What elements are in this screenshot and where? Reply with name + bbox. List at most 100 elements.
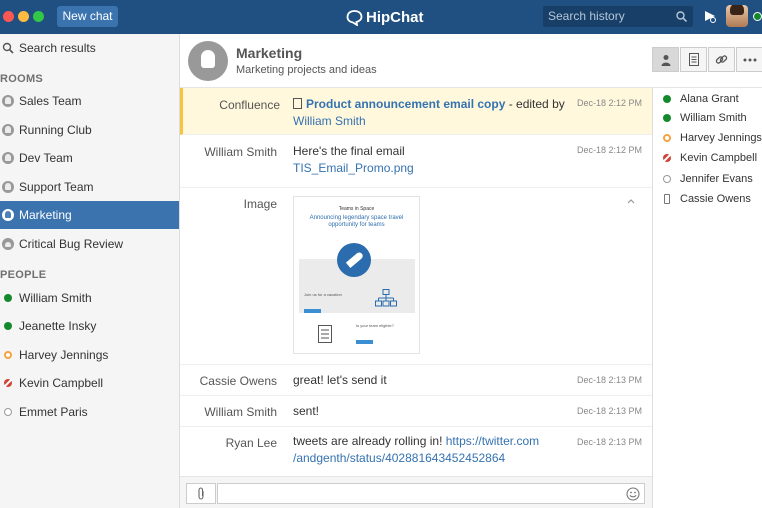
- sidebar-item-label: William Smith: [19, 291, 92, 305]
- message-timestamp: Dec-18 2:12 PM: [577, 98, 643, 108]
- available-status-icon: [4, 294, 12, 302]
- room-topic: Marketing projects and ideas: [236, 64, 377, 76]
- sidebar-item-emmet-paris[interactable]: Emmet Paris: [0, 398, 179, 426]
- message-cassie-owens: Cassie Owens great! let's send it Dec-18…: [180, 365, 652, 396]
- ellipsis-icon: [743, 58, 756, 61]
- sidebar-item-label: Emmet Paris: [19, 405, 88, 419]
- participant-william-smith[interactable]: William Smith: [663, 112, 747, 124]
- sidebar-item-label: Search results: [19, 41, 96, 55]
- search-history-input[interactable]: Search history: [543, 6, 693, 27]
- sidebar-item-harvey-jennings[interactable]: Harvey Jennings: [0, 341, 179, 369]
- message-sender: William Smith: [204, 405, 277, 419]
- title-bar: New chat HipChat Search history: [0, 0, 762, 34]
- message-input[interactable]: [217, 483, 645, 504]
- sidebar-item-william-smith[interactable]: William Smith: [0, 284, 179, 312]
- sidebar-item-critical-bug-review[interactable]: Critical Bug Review: [0, 230, 179, 258]
- room-actions: [652, 47, 762, 72]
- video-call-icon[interactable]: [703, 9, 717, 23]
- private-room-icon: [2, 238, 14, 250]
- my-status-indicator[interactable]: [753, 12, 762, 21]
- message-sender: Image: [243, 197, 277, 211]
- room-icon: [2, 181, 14, 193]
- participant-harvey-jennings[interactable]: Harvey Jennings: [663, 132, 762, 144]
- message-body: tweets are already rolling in! https://t…: [293, 433, 573, 467]
- message-sender: William Smith: [204, 145, 277, 159]
- chat-bubble-icon: [346, 9, 363, 26]
- participant-name: Alana Grant: [680, 93, 739, 105]
- sidebar-item-sales-team[interactable]: Sales Team: [0, 87, 179, 115]
- sidebar-item-dev-team[interactable]: Dev Team: [0, 144, 179, 172]
- offline-status-icon: [663, 175, 671, 183]
- participant-jennifer-evans[interactable]: Jennifer Evans: [663, 173, 753, 185]
- image-thumbnail[interactable]: Teams in Space Announcing legendary spac…: [293, 196, 420, 354]
- tweet-link[interactable]: https://twitter.com: [446, 434, 539, 448]
- app-title: HipChat: [366, 8, 424, 26]
- sidebar-item-label: Sales Team: [19, 94, 82, 108]
- message-confluence: Confluence Product announcement email co…: [180, 88, 652, 135]
- room-icon: [2, 209, 14, 221]
- message-text: - edited by: [505, 97, 565, 111]
- room-icon: [2, 152, 14, 164]
- available-status-icon: [4, 322, 12, 330]
- message-body: sent!: [293, 404, 320, 418]
- sidebar-item-label: Running Club: [19, 123, 92, 137]
- sidebar-item-jeanette-insky[interactable]: Jeanette Insky: [0, 312, 179, 340]
- participant-alana-grant[interactable]: Alana Grant: [663, 93, 739, 105]
- sidebar-item-marketing[interactable]: Marketing: [0, 201, 179, 229]
- more-options-button[interactable]: [736, 47, 762, 72]
- links-button[interactable]: [708, 47, 735, 72]
- message-text: tweets are already rolling in!: [293, 434, 446, 448]
- message-list[interactable]: Confluence Product announcement email co…: [180, 88, 652, 476]
- message-sender: Ryan Lee: [225, 436, 277, 450]
- do-not-disturb-status-icon: [4, 379, 12, 387]
- sidebar-search-results[interactable]: Search results: [0, 34, 179, 62]
- confluence-page-link[interactable]: Product announcement email copy: [306, 97, 505, 111]
- message-william-smith: William Smith Here's the final email TIS…: [180, 135, 652, 188]
- close-window-button[interactable]: [3, 11, 14, 22]
- file-link[interactable]: TIS_Email_Promo.png: [293, 161, 414, 175]
- rocket-icon: [337, 243, 371, 277]
- emoticon-icon[interactable]: [626, 487, 640, 501]
- thumbnail-headline: Announcing legendary space travel opport…: [309, 215, 404, 228]
- thumbnail-title: Teams in Space: [338, 206, 375, 212]
- search-placeholder: Search history: [548, 9, 625, 23]
- participant-name: William Smith: [680, 112, 747, 124]
- participant-cassie-owens[interactable]: Cassie Owens: [663, 193, 751, 205]
- sidebar-item-label: Harvey Jennings: [19, 348, 109, 362]
- attach-file-button[interactable]: [186, 483, 216, 504]
- author-link[interactable]: William Smith: [293, 114, 366, 128]
- message-composer: [180, 476, 652, 508]
- search-icon: [2, 42, 14, 54]
- minimize-window-button[interactable]: [18, 11, 29, 22]
- sidebar-item-label: Marketing: [19, 208, 72, 222]
- zoom-window-button[interactable]: [33, 11, 44, 22]
- do-not-disturb-status-icon: [663, 154, 671, 162]
- available-status-icon: [663, 95, 671, 103]
- message-body: Here's the final email TIS_Email_Promo.p…: [293, 143, 573, 177]
- new-chat-button[interactable]: New chat: [57, 6, 118, 27]
- sidebar-item-support-team[interactable]: Support Team: [0, 173, 179, 201]
- paperclip-icon: [198, 487, 204, 500]
- participants-panel: Alana Grant William Smith Harvey Jenning…: [652, 88, 762, 508]
- tweet-link-continued[interactable]: /andgenth/status/402881643452452864: [293, 451, 505, 465]
- room-title: Marketing: [236, 45, 303, 61]
- participant-name: Cassie Owens: [680, 193, 751, 205]
- participants-toggle-button[interactable]: [652, 47, 679, 72]
- files-button[interactable]: [680, 47, 707, 72]
- link-icon: [715, 55, 728, 64]
- message-body: Product announcement email copy - edited…: [293, 96, 573, 130]
- available-status-icon: [663, 114, 671, 122]
- message-timestamp: Dec-18 2:13 PM: [577, 375, 643, 385]
- sidebar-item-running-club[interactable]: Running Club: [0, 116, 179, 144]
- participant-kevin-campbell[interactable]: Kevin Campbell: [663, 152, 757, 164]
- org-chart-icon: [375, 289, 397, 307]
- sidebar: Search results ROOMS Sales Team Running …: [0, 34, 180, 508]
- collapse-chevron-icon[interactable]: [627, 199, 635, 204]
- sidebar-item-kevin-campbell[interactable]: Kevin Campbell: [0, 369, 179, 397]
- search-icon: [676, 11, 687, 22]
- thumbnail-button: [356, 340, 373, 344]
- away-status-icon: [4, 351, 12, 359]
- user-avatar[interactable]: [726, 5, 748, 27]
- message-ryan-lee: Ryan Lee tweets are already rolling in! …: [180, 427, 652, 476]
- message-image: Image Teams in Space Announcing legendar…: [180, 188, 652, 365]
